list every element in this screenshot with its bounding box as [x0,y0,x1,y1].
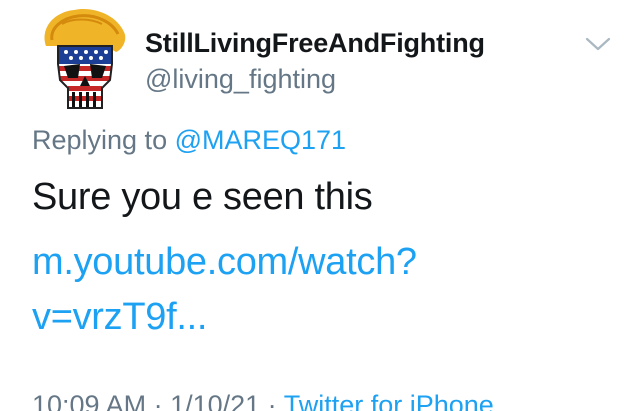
reply-mention-link[interactable]: @MAREQ171 [175,125,346,155]
tweet: StillLivingFreeAndFighting @living_fight… [0,0,640,411]
tweet-source-link[interactable]: Twitter for iPhone [284,390,494,411]
meta-separator-2: · [260,390,284,411]
tweet-link-line-2[interactable]: v=vrzT9f... [32,290,592,345]
display-name[interactable]: StillLivingFreeAndFighting [145,28,485,59]
user-handle[interactable]: @living_fighting [145,64,336,95]
reply-context: Replying to @MAREQ171 [32,125,346,156]
tweet-date[interactable]: 1/10/21 [170,390,260,411]
avatar[interactable] [32,6,132,110]
chevron-down-icon[interactable] [584,34,612,54]
meta-separator: · [146,390,171,411]
tweet-link[interactable]: m.youtube.com/watch? v=vrzT9f... [32,235,592,345]
tweet-meta: 10:09 AM · 1/10/21 · Twitter for iPhone [32,390,494,411]
tweet-link-line-1[interactable]: m.youtube.com/watch? [32,235,592,290]
reply-prefix: Replying to [32,125,168,155]
tweet-time[interactable]: 10:09 AM [32,390,146,411]
tweet-text: Sure you e seen this [32,176,373,218]
